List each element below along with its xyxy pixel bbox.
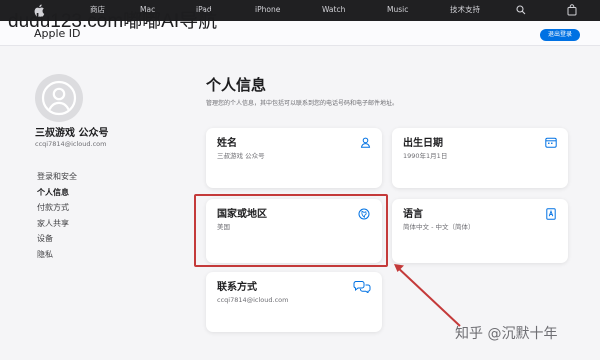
profile-email: ccqi7814@icloud.com	[35, 140, 107, 148]
calendar-icon	[545, 137, 557, 148]
page-title: 个人信息	[206, 76, 267, 94]
country-card-value: 美国	[217, 223, 230, 231]
gnav-music[interactable]: Music	[387, 5, 408, 15]
sidebar-item-family-sharing[interactable]: 家人共享	[37, 216, 77, 232]
sidebar-item-sign-in-security[interactable]: 登录和安全	[37, 169, 77, 185]
chat-bubbles-icon	[353, 281, 371, 293]
person-icon	[360, 137, 371, 148]
search-icon[interactable]	[516, 5, 526, 15]
name-card-value: 三叔游戏 公众号	[217, 152, 265, 160]
contact-card-value: ccqi7814@icloud.com	[217, 296, 289, 304]
sidebar-item-devices[interactable]: 设备	[37, 231, 77, 247]
contact-card[interactable]: 联系方式 ccqi7814@icloud.com	[206, 272, 382, 332]
watermark-bottom: 知乎 @沉默十年	[455, 326, 558, 342]
bag-icon[interactable]	[567, 4, 577, 16]
sidebar-nav: 登录和安全 个人信息 付款方式 家人共享 设备 隐私	[37, 169, 77, 263]
book-icon	[546, 208, 556, 220]
sidebar-item-personal-info[interactable]: 个人信息	[37, 185, 77, 201]
sidebar-item-privacy[interactable]: 隐私	[37, 247, 77, 263]
name-card[interactable]: 姓名 三叔游戏 公众号	[206, 128, 382, 188]
person-silhouette-icon	[41, 80, 77, 116]
language-card-value: 简体中文 - 中文（简体）	[403, 223, 475, 231]
avatar[interactable]	[35, 74, 83, 122]
name-card-title: 姓名	[217, 138, 237, 149]
annotation-arrow	[394, 264, 461, 327]
country-region-card[interactable]: 国家或地区 美国	[206, 199, 382, 263]
page-description: 管理您的个人信息，其中包括可以联系到您的电话号码和电子邮件地址。	[206, 100, 399, 107]
language-card[interactable]: 语言 简体中文 - 中文（简体）	[392, 199, 568, 263]
signout-button[interactable]: 退出登录	[540, 29, 580, 41]
contact-card-title: 联系方式	[217, 282, 257, 293]
globe-icon	[358, 208, 370, 220]
birthday-card-value: 1990年1月1日	[403, 152, 448, 160]
birthday-card-title: 出生日期	[403, 138, 443, 149]
birthday-card[interactable]: 出生日期 1990年1月1日	[392, 128, 568, 188]
gnav-watch[interactable]: Watch	[322, 5, 345, 15]
country-card-title: 国家或地区	[217, 209, 267, 220]
profile-name: 三叔游戏 公众号	[35, 128, 109, 139]
sidebar-item-payment[interactable]: 付款方式	[37, 200, 77, 216]
gnav-support[interactable]: 技术支持	[450, 5, 480, 15]
watermark-top: dudu123.com嘟嘟AI导航	[8, 11, 218, 32]
language-card-title: 语言	[403, 209, 423, 220]
gnav-iphone[interactable]: iPhone	[255, 5, 280, 15]
